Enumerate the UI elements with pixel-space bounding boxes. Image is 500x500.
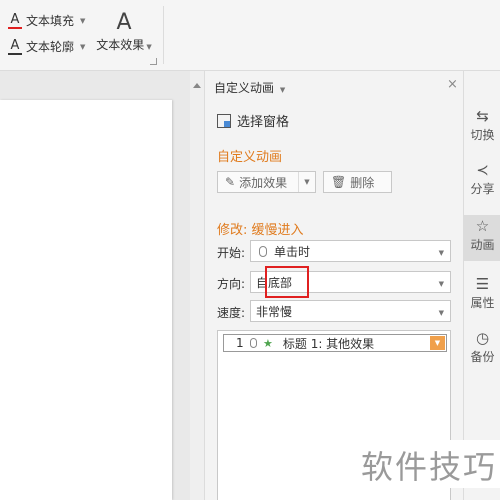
- chevron-down-icon[interactable]: ▼: [439, 309, 444, 317]
- chevron-down-icon[interactable]: ▼: [430, 336, 445, 350]
- speed-select[interactable]: 非常慢 ▼: [250, 300, 451, 322]
- rail-item-label: 切换: [470, 128, 495, 142]
- list-item[interactable]: 1 ★ 标题 1: 其他效果 ▼: [223, 334, 447, 352]
- chevron-down-icon[interactable]: ▼: [439, 280, 444, 288]
- modify-title: 修改: 缓慢进入: [217, 223, 304, 238]
- watermark: 软件技巧: [355, 440, 500, 488]
- dialog-launcher-icon[interactable]: [150, 58, 157, 65]
- chevron-down-icon: ▼: [279, 86, 286, 94]
- mouse-icon: [259, 245, 267, 257]
- scroll-up-icon[interactable]: [193, 83, 201, 88]
- start-value: 单击时: [274, 244, 311, 259]
- direction-select[interactable]: 自底部 ▼: [250, 271, 451, 293]
- properties-sliders-icon: ☰: [475, 275, 490, 293]
- selection-pane-label: 选择窗格: [237, 115, 290, 130]
- speed-value: 非常慢: [256, 304, 293, 319]
- delete-label: 删除: [350, 175, 375, 190]
- animation-star-icon: ☆: [475, 217, 490, 235]
- rail-item-label: 动画: [470, 238, 495, 252]
- direction-value: 自底部: [256, 275, 293, 290]
- effect-star-icon: ★: [263, 336, 273, 350]
- rail-item-animation[interactable]: ☆ 动画: [464, 215, 500, 261]
- text-effect-icon: A: [116, 10, 132, 35]
- delete-button[interactable]: 🗑 删除: [323, 171, 392, 193]
- text-effect-label: 文本效果: [96, 38, 145, 52]
- pane-title[interactable]: 自定义动画 ▼: [214, 79, 285, 96]
- chevron-down-icon[interactable]: ▼: [439, 249, 444, 257]
- speed-label: 速度:: [217, 306, 246, 320]
- text-fill-label: 文本填充: [26, 14, 75, 28]
- close-icon[interactable]: ×: [447, 77, 458, 92]
- document-area: [0, 71, 190, 500]
- start-select[interactable]: 单击时 ▼: [250, 240, 451, 262]
- backup-clock-icon: ◷: [475, 329, 490, 347]
- rail-item-properties[interactable]: ☰ 属性: [464, 275, 500, 315]
- rail-item-switch[interactable]: ⇆ 切换: [464, 107, 500, 147]
- custom-animation-pane: 自定义动画 ▼ × 选择窗格 自定义动画 ✎ 添加效果 ▼ 🗑 删除 修改: 缓…: [204, 71, 463, 500]
- section-title: 自定义动画: [217, 150, 283, 165]
- add-effect-button[interactable]: ✎ 添加效果 ▼: [217, 171, 316, 193]
- mouse-icon: [250, 338, 257, 348]
- share-icon: ≺: [476, 161, 489, 179]
- pencil-icon: ✎: [225, 175, 236, 189]
- text-fill-button[interactable]: A 文本填充 ▼: [8, 12, 85, 29]
- slide-page[interactable]: [0, 100, 172, 500]
- chevron-down-icon[interactable]: ▼: [80, 17, 85, 25]
- chevron-down-icon[interactable]: ▼: [80, 43, 85, 51]
- selection-pane-icon: [217, 113, 231, 128]
- rail-item-backup[interactable]: ◷ 备份: [464, 329, 500, 369]
- rail-item-label: 属性: [470, 296, 495, 310]
- right-rail: ⇆ 切换 ≺ 分享 ☆ 动画 ☰ 属性 ◷ 备份: [463, 71, 500, 500]
- start-label: 开始:: [217, 246, 246, 260]
- chevron-down-icon[interactable]: ▼: [146, 43, 151, 51]
- vertical-scrollbar[interactable]: [190, 71, 204, 500]
- selection-pane-button[interactable]: 选择窗格: [217, 111, 289, 130]
- switch-icon: ⇆: [476, 107, 489, 125]
- text-outline-label: 文本轮廓: [26, 40, 75, 54]
- text-effect-button[interactable]: A 文本效果 ▼: [94, 12, 154, 53]
- text-outline-icon: A: [8, 38, 22, 55]
- add-effect-label: 添加效果: [239, 175, 288, 190]
- text-fill-icon: A: [8, 12, 22, 29]
- list-item-label: 标题 1: 其他效果: [282, 336, 375, 351]
- text-outline-button[interactable]: A 文本轮廓 ▼: [8, 38, 85, 55]
- rail-item-share[interactable]: ≺ 分享: [464, 161, 500, 201]
- direction-label: 方向:: [217, 277, 246, 291]
- rail-item-label: 备份: [470, 350, 495, 364]
- ribbon: A 文本填充 ▼ A 文本轮廓 ▼ A 文本效果 ▼: [0, 0, 500, 71]
- list-item-number: 1: [236, 336, 244, 350]
- rail-item-label: 分享: [470, 182, 495, 196]
- chevron-down-icon[interactable]: ▼: [298, 172, 315, 192]
- ribbon-divider: [163, 6, 164, 64]
- trash-icon: 🗑: [331, 175, 347, 189]
